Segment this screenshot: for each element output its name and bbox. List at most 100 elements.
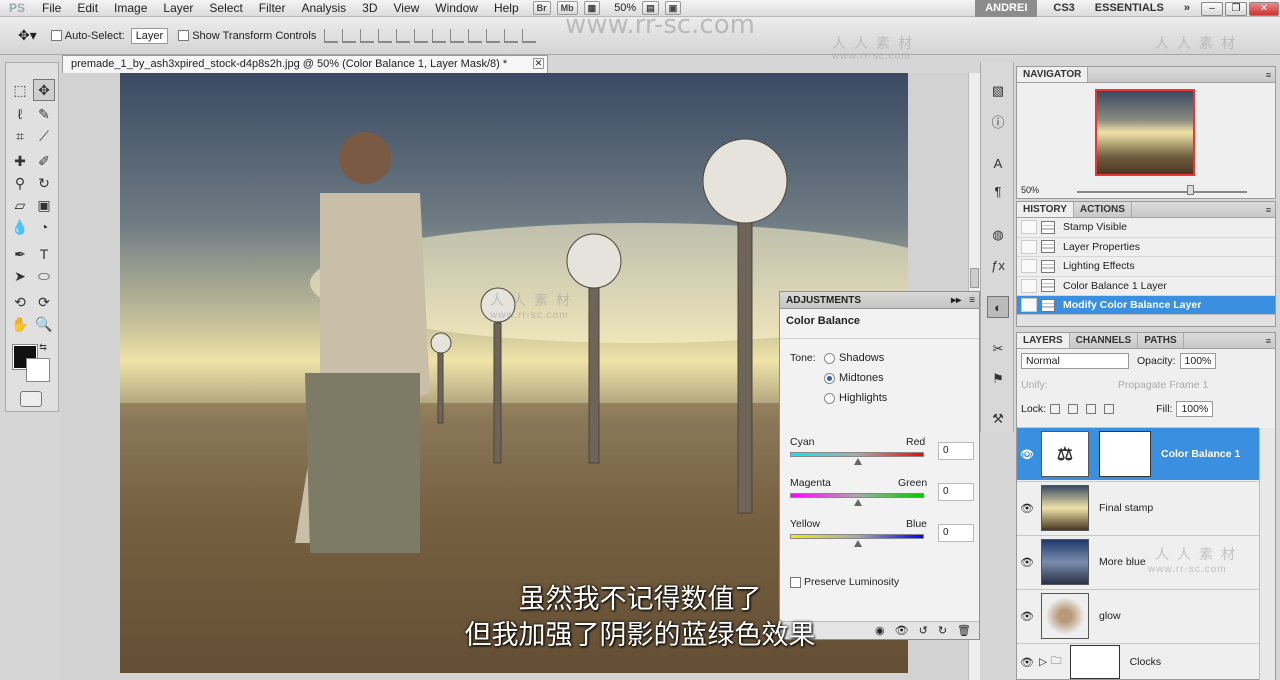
opacity-input[interactable]: 100% xyxy=(1179,353,1217,369)
magenta-green-value[interactable]: 0 xyxy=(938,483,974,501)
align-left-icon[interactable] xyxy=(378,28,393,43)
menu-file[interactable]: File xyxy=(34,1,69,15)
distribute-left-icon[interactable] xyxy=(486,28,501,43)
menu-edit[interactable]: Edit xyxy=(69,1,106,15)
history-snapshot-checkbox[interactable] xyxy=(1021,259,1037,274)
workspace-cs3[interactable]: CS3 xyxy=(1043,0,1084,17)
clone-stamp-tool-icon[interactable]: ⚲ xyxy=(9,172,31,194)
highlights-radio[interactable] xyxy=(824,392,835,404)
gradient-tool-icon[interactable]: ▣ xyxy=(33,194,55,216)
navigator-dock-icon[interactable]: ▧ xyxy=(987,80,1009,102)
panel-menu-icon[interactable]: ≡ xyxy=(1266,70,1271,80)
tab-navigator[interactable]: NAVIGATOR xyxy=(1017,67,1089,82)
hand-tool-icon[interactable]: ✋ xyxy=(9,313,31,335)
align-bottom-icon[interactable] xyxy=(360,28,375,43)
layer-row[interactable]: 👁 ⚖ Color Balance 1 xyxy=(1017,427,1259,480)
crop-tool-icon[interactable]: ⌗ xyxy=(9,125,31,147)
menu-image[interactable]: Image xyxy=(106,1,155,15)
layer-row[interactable]: 👁 Final stamp xyxy=(1017,481,1259,534)
menu-3d[interactable]: 3D xyxy=(354,1,385,15)
tab-history[interactable]: HISTORY xyxy=(1017,202,1074,217)
dodge-tool-icon[interactable]: ◔ xyxy=(33,216,55,238)
visibility-eye-icon[interactable]: 👁 xyxy=(1019,502,1035,515)
layer-name[interactable]: Clocks xyxy=(1130,656,1162,668)
auto-select-target-select[interactable]: Layer xyxy=(130,27,169,44)
cyan-red-slider[interactable] xyxy=(790,452,924,457)
visibility-eye-icon[interactable]: 👁 xyxy=(1019,448,1035,461)
zoom-tool-icon[interactable]: 🔍 xyxy=(33,313,55,335)
panel-menu-icon[interactable]: ≡ xyxy=(1266,205,1271,215)
marquee-tool-icon[interactable]: ⬚ xyxy=(9,79,31,101)
brush-tool-icon[interactable]: ✐ xyxy=(33,150,55,172)
layer-row[interactable]: 👁 glow xyxy=(1017,589,1259,642)
yellow-blue-knob[interactable] xyxy=(854,540,862,547)
scrollbar-thumb[interactable] xyxy=(970,268,979,288)
align-right-icon[interactable] xyxy=(414,28,429,43)
menu-analysis[interactable]: Analysis xyxy=(293,1,354,15)
character-dock-icon[interactable]: A xyxy=(987,152,1009,174)
lasso-tool-icon[interactable]: ℓ xyxy=(9,103,31,125)
more-workspaces-button[interactable]: » xyxy=(1174,0,1200,17)
history-item[interactable]: Layer Properties xyxy=(1017,238,1275,257)
delete-adjustment-icon[interactable]: 🗑 xyxy=(957,624,971,637)
propagate-frame-label[interactable]: Propagate Frame 1 xyxy=(1118,379,1208,391)
layer-name[interactable]: glow xyxy=(1099,610,1121,622)
layer-row[interactable]: 👁 ▷ 🗀 Clocks xyxy=(1017,643,1259,680)
group-expand-icon[interactable]: ▷ xyxy=(1039,656,1047,668)
reset-icon[interactable]: ↻ xyxy=(938,624,947,637)
midtones-radio[interactable] xyxy=(824,372,835,384)
history-item[interactable]: Color Balance 1 Layer xyxy=(1017,277,1275,296)
tone-highlights[interactable]: Highlights xyxy=(824,392,887,404)
menu-help[interactable]: Help xyxy=(486,1,527,15)
previous-state-icon[interactable]: ↺ xyxy=(919,624,928,637)
lock-position-icon[interactable] xyxy=(1086,404,1097,414)
layers-scrollbar[interactable] xyxy=(1259,428,1275,680)
menu-select[interactable]: Select xyxy=(201,1,250,15)
yellow-blue-slider[interactable] xyxy=(790,534,924,539)
layer-name[interactable]: More blue xyxy=(1099,556,1146,568)
tab-layers[interactable]: LAYERS xyxy=(1017,333,1070,348)
visibility-eye-icon[interactable]: 👁 xyxy=(1019,610,1035,623)
auto-select-checkbox[interactable] xyxy=(50,30,62,41)
tab-paths[interactable]: PATHS xyxy=(1138,333,1184,348)
tone-midtones[interactable]: Midtones xyxy=(824,372,884,384)
lock-pixels-icon[interactable] xyxy=(1068,404,1079,414)
close-document-icon[interactable]: ✕ xyxy=(533,58,544,69)
shadows-radio[interactable] xyxy=(824,352,835,364)
history-brush-tool-icon[interactable]: ↻ xyxy=(33,172,55,194)
move-tool-icon[interactable]: ✥ xyxy=(33,79,55,101)
workspace-andrei[interactable]: ANDREI xyxy=(975,0,1038,17)
info-dock-icon[interactable]: ⓘ xyxy=(987,110,1009,132)
align-hcenter-icon[interactable] xyxy=(396,28,411,43)
swap-colors-icon[interactable]: ⇆ xyxy=(37,341,49,353)
group-mask-thumbnail[interactable] xyxy=(1069,645,1120,679)
panel-menu-icon[interactable]: ≡ xyxy=(1266,336,1271,346)
history-snapshot-checkbox[interactable] xyxy=(1021,239,1037,254)
menu-layer[interactable]: Layer xyxy=(155,1,201,15)
navigator-zoom-knob[interactable] xyxy=(1187,185,1194,195)
eraser-tool-icon[interactable]: ▱ xyxy=(9,194,31,216)
swatches-dock-icon[interactable]: ◍ xyxy=(987,224,1009,246)
menu-view[interactable]: View xyxy=(385,1,427,15)
yellow-blue-value[interactable]: 0 xyxy=(938,524,974,542)
pen-tool-icon[interactable]: ✒ xyxy=(9,243,31,265)
tab-channels[interactable]: CHANNELS xyxy=(1070,333,1139,348)
layer-name[interactable]: Color Balance 1 xyxy=(1161,448,1240,460)
minimize-button[interactable]: – xyxy=(1201,1,1223,16)
blend-mode-select[interactable]: Normal xyxy=(1021,353,1129,369)
lock-transparency-icon[interactable] xyxy=(1050,404,1061,414)
navigator-zoom-slider[interactable] xyxy=(1077,191,1247,193)
path-selection-tool-icon[interactable]: ➤ xyxy=(9,265,31,287)
align-vcenter-icon[interactable] xyxy=(342,28,357,43)
history-item[interactable]: Lighting Effects xyxy=(1017,257,1275,277)
tone-shadows[interactable]: Shadows xyxy=(824,352,884,364)
navigator-thumbnail[interactable] xyxy=(1095,89,1195,176)
quick-select-tool-icon[interactable]: ✎ xyxy=(33,103,55,125)
distribute-top-icon[interactable] xyxy=(432,28,447,43)
layer-name[interactable]: Final stamp xyxy=(1099,502,1153,514)
shape-tool-icon[interactable]: ⬭ xyxy=(33,265,55,287)
history-snapshot-checkbox[interactable] xyxy=(1021,220,1037,235)
visibility-eye-icon[interactable]: 👁 xyxy=(1019,556,1035,569)
cyan-red-knob[interactable] xyxy=(854,458,862,465)
bridge-button[interactable]: Br xyxy=(532,1,551,15)
